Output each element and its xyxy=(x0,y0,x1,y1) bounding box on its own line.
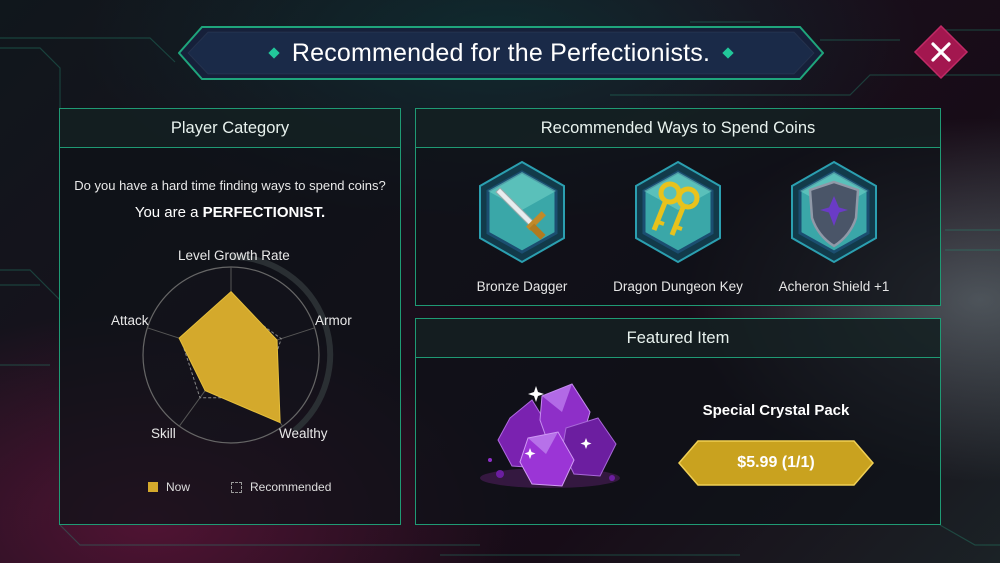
featured-header: Featured Item xyxy=(416,319,940,358)
legend-now-label: Now xyxy=(166,480,191,494)
radar-label-skill: Skill xyxy=(151,426,176,441)
radar-label-attack: Attack xyxy=(111,313,149,328)
featured-item-name: Special Crystal Pack xyxy=(702,402,850,419)
shield-icon xyxy=(791,160,877,264)
key-icon xyxy=(635,160,721,264)
legend-recommended-label: Recommended xyxy=(250,480,332,494)
item-label: Bronze Dagger xyxy=(476,279,568,294)
item-label: Dragon Dungeon Key xyxy=(613,279,743,294)
radar-label-armor: Armor xyxy=(315,313,352,328)
crystal-icon xyxy=(480,383,620,488)
item-dragon-dungeon-key[interactable]: Dragon Dungeon Key xyxy=(608,160,748,294)
legend-recommended-swatch xyxy=(231,481,242,493)
legend-recommended: Recommended xyxy=(231,480,331,494)
item-acheron-shield[interactable]: Acheron Shield +1 xyxy=(764,160,904,294)
item-bronze-dagger[interactable]: Bronze Dagger xyxy=(452,160,592,294)
radar-plot xyxy=(142,253,334,444)
radar-label-wealthy: Wealthy xyxy=(279,426,328,441)
radar-label-level: Level Growth Rate xyxy=(178,248,290,263)
dagger-icon xyxy=(479,160,565,264)
item-label: Acheron Shield +1 xyxy=(778,279,890,294)
legend-now-swatch xyxy=(148,482,158,492)
recommended-header: Recommended Ways to Spend Coins xyxy=(416,109,940,148)
price-button[interactable]: $5.99 (1/1) xyxy=(678,440,874,486)
legend-now: Now xyxy=(148,480,190,494)
